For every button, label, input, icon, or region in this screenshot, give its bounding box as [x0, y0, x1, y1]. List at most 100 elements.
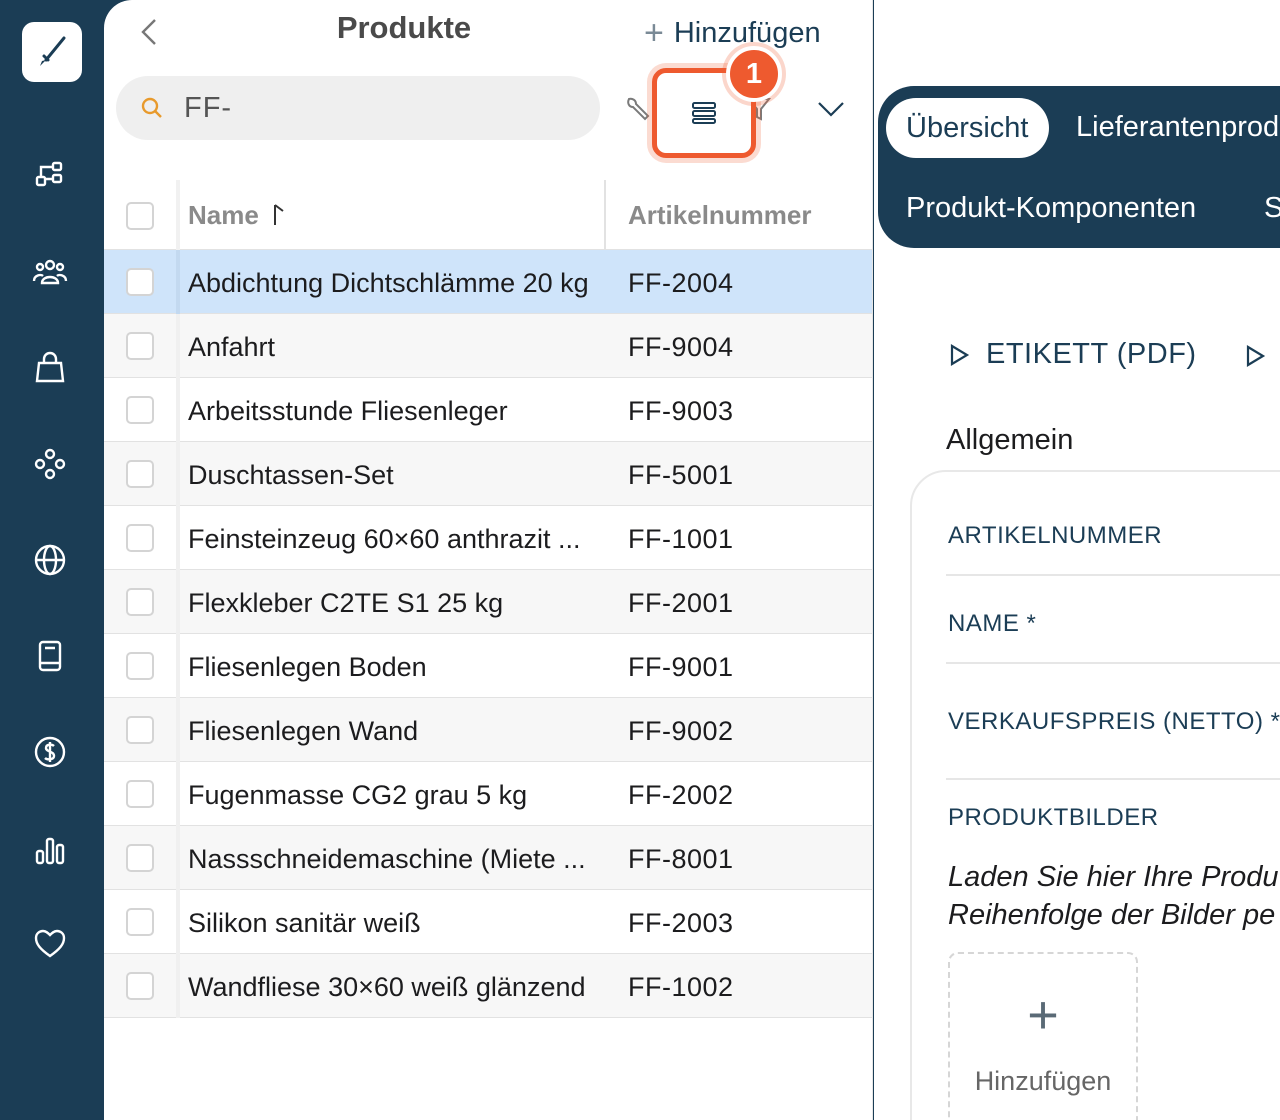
play-icon [1246, 345, 1266, 367]
row-checkbox[interactable] [126, 908, 154, 936]
column-header-article[interactable]: Artikelnummer [628, 200, 812, 231]
table-header: Name Artikelnummer [104, 180, 872, 250]
product-list-panel: Produkte + Hinzufügen 1 Name [104, 0, 873, 1120]
product-table: Name Artikelnummer Abdichtung Dichtschlä… [104, 180, 872, 1018]
components-icon[interactable] [30, 444, 70, 484]
row-checkbox[interactable] [126, 844, 154, 872]
row-article-number: FF-2002 [628, 780, 734, 810]
nav-rail [0, 0, 104, 1120]
add-product-button[interactable]: + Hinzufügen [644, 14, 821, 52]
sort-asc-icon [274, 204, 284, 225]
label-pdf-text: ETIKETT (PDF) [986, 338, 1197, 370]
row-name: Anfahrt [188, 332, 276, 362]
label-pdf-action[interactable]: ETIKETT (PDF) [948, 338, 1197, 371]
upload-hint-line: Laden Sie hier Ihre Produ [948, 861, 1279, 893]
tab-product-components[interactable]: Produkt-Komponenten [906, 192, 1196, 225]
back-button[interactable] [134, 14, 164, 50]
field-article-number-input[interactable] [946, 574, 1280, 576]
add-image-button[interactable]: + Hinzufügen [948, 952, 1138, 1120]
row-checkbox[interactable] [126, 716, 154, 744]
row-name: Silikon sanitär weiß [188, 908, 421, 938]
field-label-name: NAME * [948, 610, 1037, 637]
row-checkbox[interactable] [126, 460, 154, 488]
table-row[interactable]: Duschtassen-Set FF-5001 [104, 442, 872, 506]
tab-overview[interactable]: Übersicht [886, 98, 1049, 158]
bar-chart-icon[interactable] [30, 830, 70, 870]
row-name: Fliesenlegen Wand [188, 716, 419, 746]
row-checkbox[interactable] [126, 588, 154, 616]
brush-logo-icon [40, 36, 66, 66]
chevron-left-icon [141, 19, 156, 45]
step-badge: 1 [726, 46, 782, 102]
book-icon[interactable] [30, 636, 70, 676]
table-row[interactable]: Fliesenlegen Boden FF-9001 [104, 634, 872, 698]
chevron-down-button[interactable] [814, 92, 848, 126]
row-checkbox[interactable] [126, 332, 154, 360]
table-row[interactable]: Silikon sanitär weiß FF-2003 [104, 890, 872, 954]
search-input[interactable] [184, 91, 564, 125]
table-row[interactable]: Feinsteinzeug 60×60 anthrazit ... FF-1001 [104, 506, 872, 570]
row-article-number: FF-1002 [628, 972, 734, 1002]
column-divider [176, 570, 180, 634]
globe-icon[interactable] [30, 540, 70, 580]
row-name: Fugenmasse CG2 grau 5 kg [188, 780, 528, 810]
column-divider [176, 250, 180, 314]
upload-hint: Laden Sie hier Ihre Produ Reihenfolge de… [948, 858, 1279, 934]
field-name-input[interactable] [946, 662, 1280, 664]
row-checkbox[interactable] [126, 524, 154, 552]
section-title: Allgemein [946, 424, 1074, 456]
row-article-number: FF-2003 [628, 908, 734, 938]
row-article-number: FF-2001 [628, 588, 734, 618]
hierarchy-icon[interactable] [30, 156, 70, 196]
row-checkbox[interactable] [126, 652, 154, 680]
row-name: Flexkleber C2TE S1 25 kg [188, 588, 504, 618]
next-action-button[interactable] [1242, 342, 1268, 370]
column-divider [176, 954, 180, 1018]
row-name: Duschtassen-Set [188, 460, 394, 490]
row-article-number: FF-5001 [628, 460, 734, 490]
plus-icon: + [644, 14, 664, 52]
plus-icon: + [1027, 985, 1059, 1045]
row-checkbox[interactable] [126, 972, 154, 1000]
tab-supplier-products[interactable]: Lieferantenprod [1076, 111, 1279, 144]
heart-icon[interactable] [30, 924, 70, 964]
users-icon[interactable] [30, 252, 70, 292]
row-article-number: FF-1001 [628, 524, 734, 554]
add-button-label: Hinzufügen [673, 16, 821, 49]
row-name: Feinsteinzeug 60×60 anthrazit ... [188, 524, 581, 554]
wrench-icon[interactable] [620, 92, 654, 126]
table-row[interactable]: Abdichtung Dichtschlämme 20 kg FF-2004 [104, 250, 872, 314]
table-row[interactable]: Fugenmasse CG2 grau 5 kg FF-2002 [104, 762, 872, 826]
page-title: Produkte [336, 10, 472, 45]
table-row[interactable]: Fliesenlegen Wand FF-9002 [104, 698, 872, 762]
row-name: Abdichtung Dichtschlämme 20 kg [188, 268, 589, 298]
row-checkbox[interactable] [126, 780, 154, 808]
product-detail-panel: Übersicht Lieferantenprod Produkt-Kompon… [874, 0, 1280, 1120]
chevron-down-icon [818, 102, 844, 117]
tab-more[interactable]: S [1264, 192, 1280, 225]
table-row[interactable]: Arbeitsstunde Fliesenleger FF-9003 [104, 378, 872, 442]
column-divider[interactable] [604, 180, 606, 250]
row-checkbox[interactable] [126, 268, 154, 296]
app-logo[interactable] [22, 22, 82, 82]
detail-tab-bar: Übersicht Lieferantenprod Produkt-Kompon… [878, 86, 1280, 248]
select-all-checkbox[interactable] [126, 202, 154, 230]
table-row[interactable]: Anfahrt FF-9004 [104, 314, 872, 378]
field-price-input[interactable] [946, 778, 1280, 780]
row-name: Wandfliese 30×60 weiß glänzend [188, 972, 586, 1002]
table-row[interactable]: Wandfliese 30×60 weiß glänzend FF-1002 [104, 954, 872, 1018]
table-row[interactable]: Nassschneidemaschine (Miete ... FF-8001 [104, 826, 872, 890]
column-header-name[interactable]: Name [188, 200, 286, 231]
column-divider [176, 826, 180, 890]
row-checkbox[interactable] [126, 396, 154, 424]
column-divider [176, 634, 180, 698]
shopping-bag-icon[interactable] [30, 348, 70, 388]
table-row[interactable]: Flexkleber C2TE S1 25 kg FF-2001 [104, 570, 872, 634]
row-article-number: FF-9002 [628, 716, 734, 746]
column-divider [176, 442, 180, 506]
app-window: Produkte + Hinzufügen 1 Name [0, 0, 1280, 1120]
search-bar[interactable] [116, 76, 600, 140]
dollar-icon[interactable] [30, 732, 70, 772]
row-name: Arbeitsstunde Fliesenleger [188, 396, 508, 426]
row-name: Fliesenlegen Boden [188, 652, 427, 682]
